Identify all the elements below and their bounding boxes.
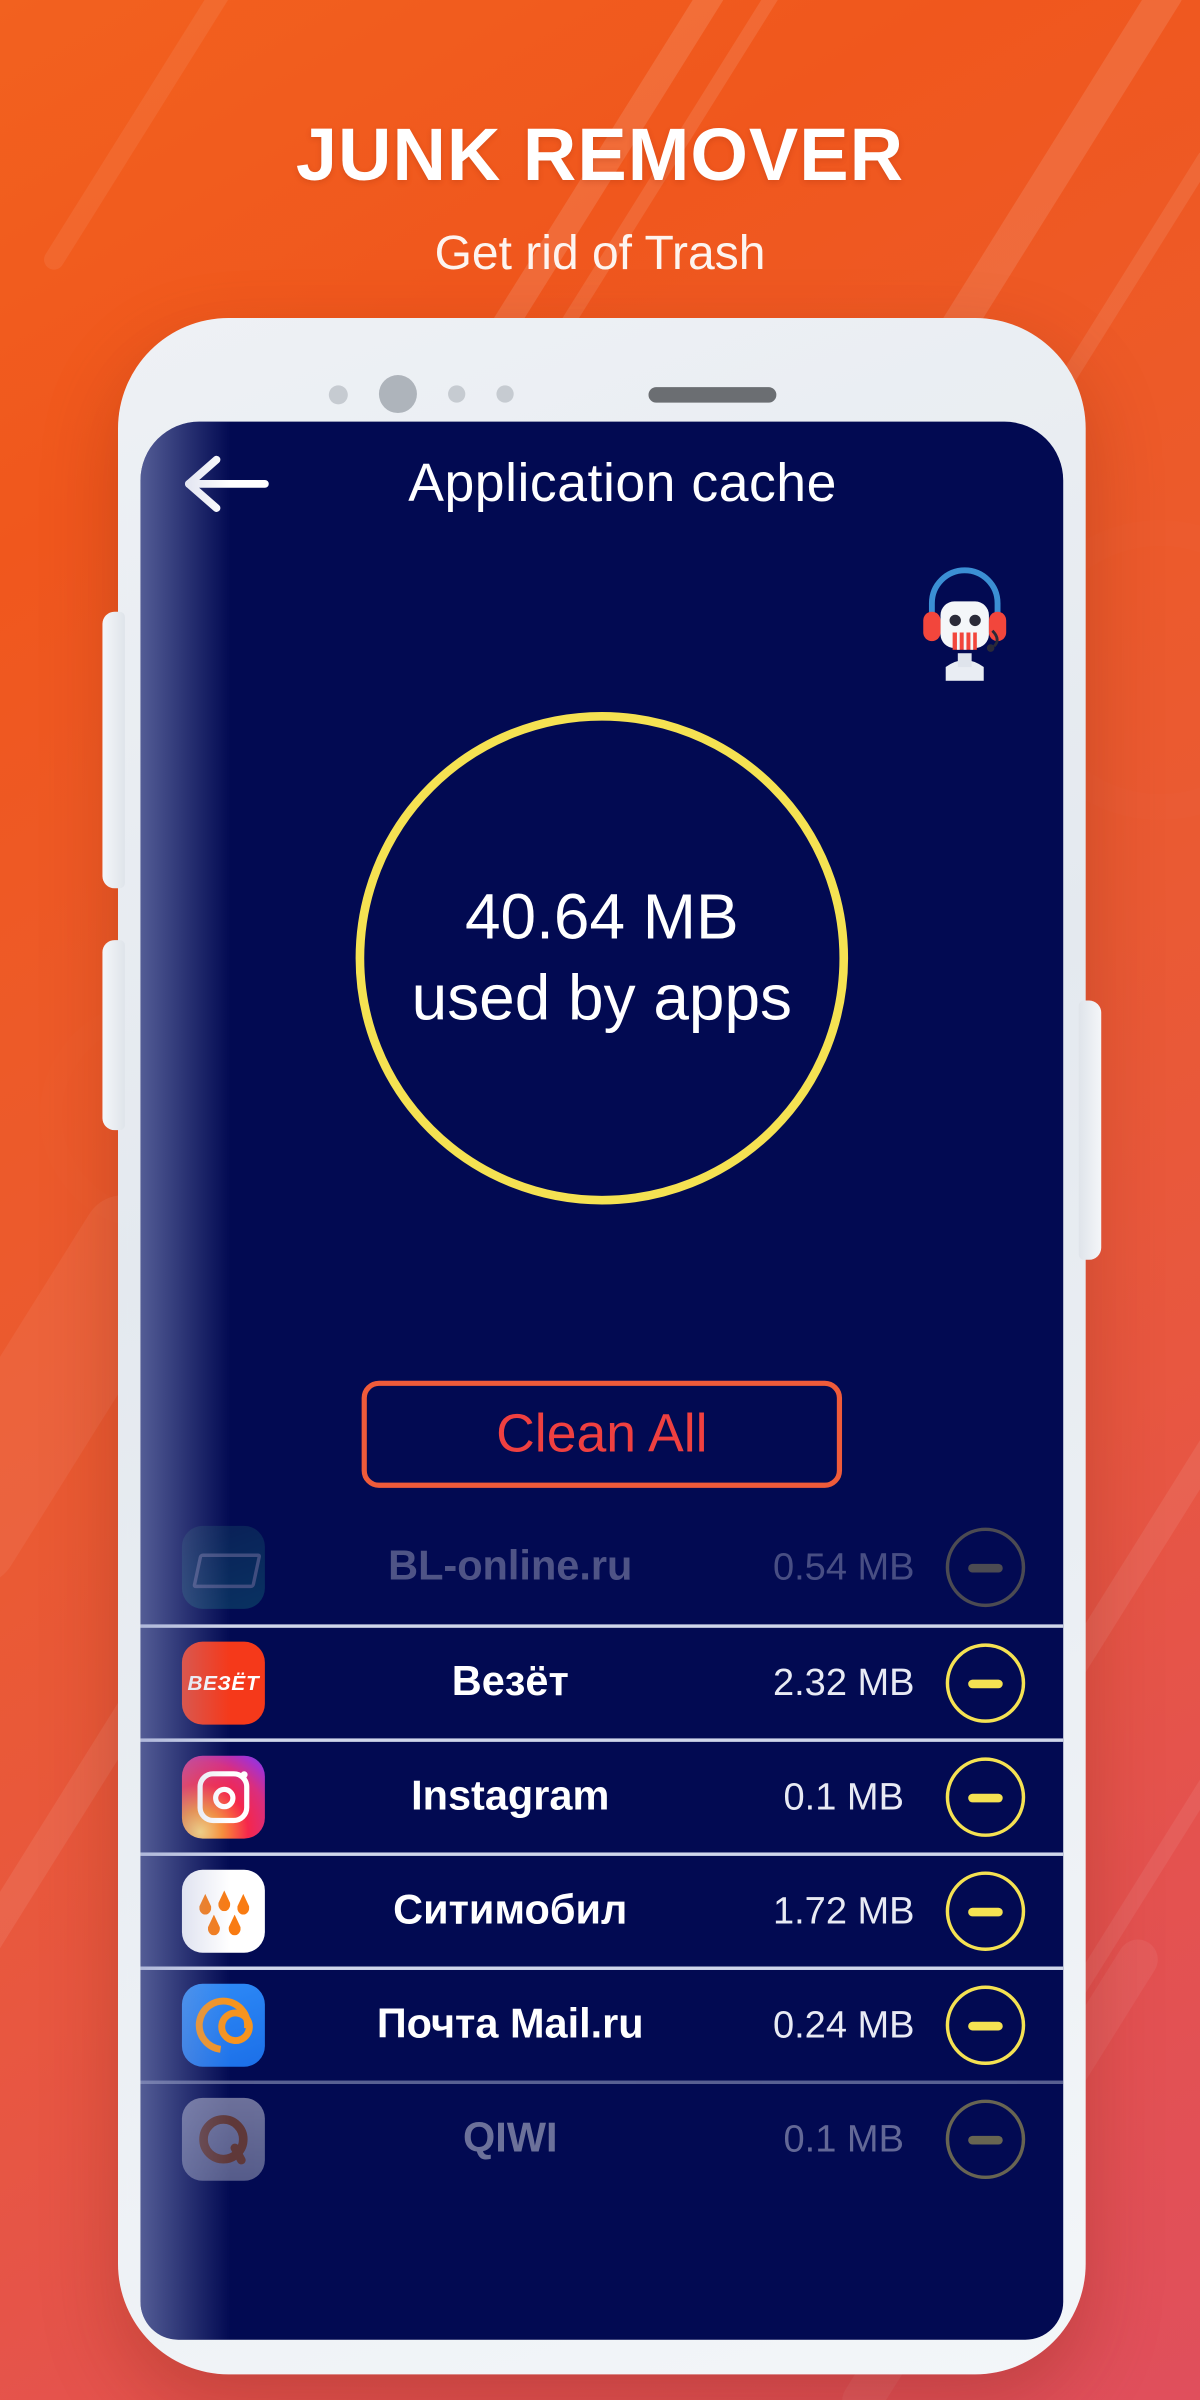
- page-subtitle: Get rid of Trash: [434, 227, 766, 280]
- phone-screen: Application cache 40.64 MB used by apps …: [140, 421, 1064, 2340]
- minus-icon[interactable]: [945, 1871, 1026, 1951]
- app-size: 0.54 MB: [772, 1544, 915, 1589]
- app-topbar: Application cache: [140, 422, 1063, 546]
- app-name: Instagram: [411, 1772, 610, 1820]
- robot-headset-icon[interactable]: [911, 560, 1018, 681]
- phone-body: Application cache 40.64 MB used by apps …: [102, 318, 1102, 2375]
- table-row[interactable]: Ситимобил 1.72 MB: [140, 1852, 1064, 1966]
- sensor-dot-icon: [448, 385, 466, 403]
- app-size: 1.72 MB: [772, 1888, 915, 1932]
- side-button-right[interactable]: [1078, 1000, 1102, 1260]
- app-name: BL-online.ru: [388, 1543, 633, 1590]
- power-button[interactable]: [102, 940, 125, 1131]
- gauge-value: 40.64 MB: [465, 881, 739, 953]
- gauge-label: used by apps: [411, 961, 793, 1033]
- minus-icon[interactable]: [945, 1643, 1026, 1723]
- screen-title: Application cache: [408, 452, 837, 514]
- app-name: QIWI: [463, 2115, 558, 2162]
- sensor-dot-icon: [496, 385, 514, 403]
- table-row[interactable]: QIWI 0.1 MB: [140, 2080, 1064, 2195]
- app-name: Почта Mail.ru: [376, 2001, 644, 2048]
- mailru-icon: [181, 1983, 265, 2067]
- table-row[interactable]: BL-online.ru 0.54 MB: [140, 1510, 1063, 1624]
- minus-icon[interactable]: [945, 1527, 1026, 1608]
- sensor-dot-icon: [328, 384, 348, 404]
- table-row[interactable]: Почта Mail.ru 0.24 MB: [140, 1966, 1064, 2081]
- vezet-icon: ВЕЗЁТ: [181, 1641, 265, 1725]
- app-name: Ситимобил: [393, 1887, 628, 1934]
- table-row[interactable]: ВЕЗЁТ Везёт 2.32 MB: [140, 1624, 1064, 1738]
- app-cache-list[interactable]: BL-online.ru 0.54 MB ВЕЗЁТ Везёт 2.32 MB: [140, 1510, 1064, 2339]
- page-title: JUNK REMOVER: [295, 113, 905, 196]
- clean-all-button[interactable]: Clean All: [361, 1380, 843, 1488]
- minus-icon[interactable]: [945, 1985, 1026, 2066]
- promo-header: JUNK REMOVER Get rid of Trash: [0, 0, 1200, 278]
- app-name: Везёт: [451, 1658, 569, 1706]
- phone-mockup: Application cache 40.64 MB used by apps …: [102, 318, 1102, 2375]
- bl-online-icon: [181, 1525, 265, 1609]
- front-camera-icon: [378, 375, 417, 414]
- instagram-icon: [181, 1755, 265, 1839]
- app-size: 0.24 MB: [772, 2002, 915, 2046]
- minus-icon[interactable]: [945, 1757, 1026, 1837]
- qiwi-icon: [181, 2097, 265, 2181]
- back-arrow-icon[interactable]: [178, 449, 282, 518]
- volume-button[interactable]: [102, 611, 125, 889]
- minus-icon[interactable]: [945, 2099, 1026, 2180]
- earpiece-speaker: [648, 386, 777, 402]
- vezet-icon-label: ВЕЗЁТ: [187, 1671, 260, 1696]
- storage-gauge: 40.64 MB used by apps: [355, 711, 849, 1205]
- table-row[interactable]: Instagram 0.1 MB: [140, 1738, 1064, 1852]
- citymobil-icon: [181, 1869, 265, 1953]
- app-size: 0.1 MB: [783, 1774, 904, 1818]
- app-size: 0.1 MB: [783, 2116, 904, 2161]
- app-size: 2.32 MB: [772, 1660, 915, 1704]
